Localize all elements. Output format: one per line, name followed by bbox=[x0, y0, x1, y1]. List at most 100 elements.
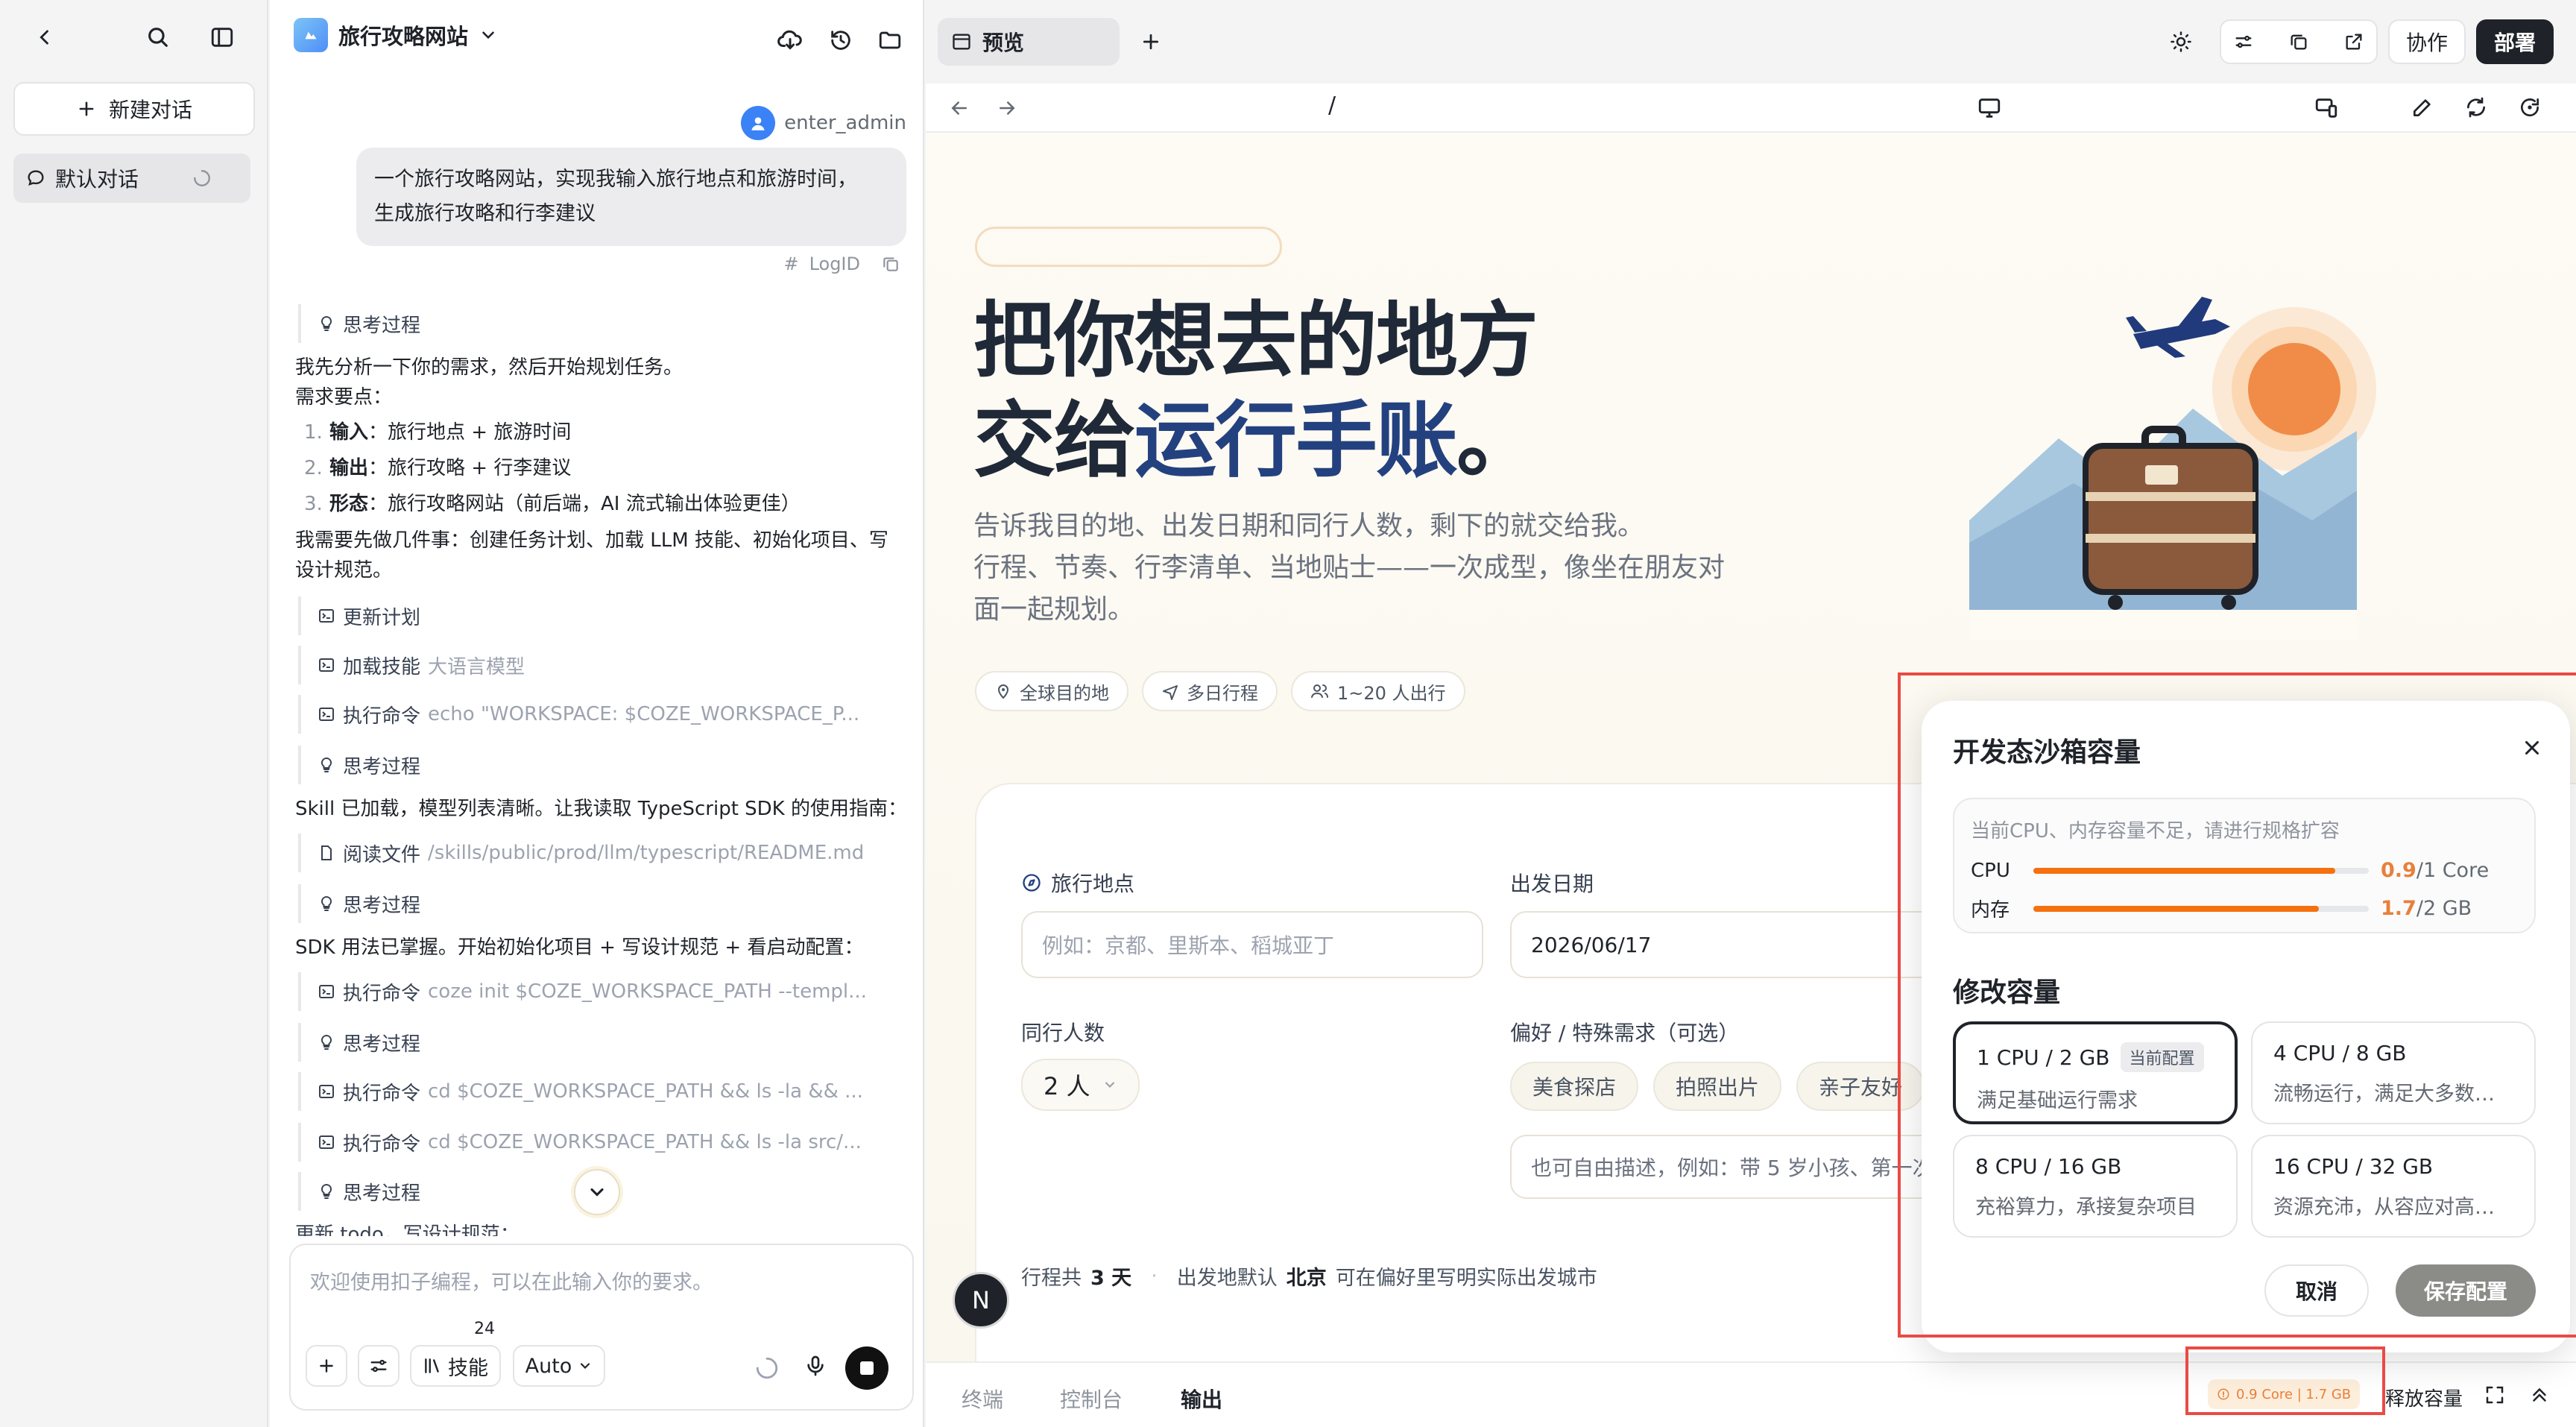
theme-toggle-button[interactable] bbox=[2160, 21, 2202, 63]
chat-input-placeholder[interactable]: 欢迎使用扣子编程，可以在此输入你的要求。 bbox=[310, 1266, 713, 1295]
plane-icon bbox=[1163, 685, 1178, 700]
list-key: 输入 bbox=[329, 421, 369, 444]
think-label: 思考过程 bbox=[343, 314, 421, 337]
think-step[interactable]: 思考过程 bbox=[298, 884, 894, 923]
step-label: 执行命令 bbox=[343, 1133, 421, 1156]
hero-title-part: 交给 bbox=[973, 392, 1136, 488]
load-skill-step[interactable]: 加载技能 大语言模型 bbox=[298, 646, 894, 684]
double-chevron-up-icon[interactable] bbox=[2528, 1384, 2551, 1406]
step-arg: cd $COZE_WORKSPACE_PATH && ls -la && ... bbox=[428, 1080, 863, 1103]
chat-input-box[interactable]: 欢迎使用扣子编程，可以在此输入你的要求。 技能 24 Auto bbox=[289, 1244, 914, 1411]
exec-command-step[interactable]: 执行命令 cd $COZE_WORKSPACE_PATH && ls -la s… bbox=[298, 1123, 894, 1162]
place-input[interactable]: 例如：京都、里斯本、稻城亚丁 bbox=[1021, 911, 1483, 978]
tab-console[interactable]: 控制台 bbox=[1060, 1384, 1123, 1414]
new-chat-button[interactable]: 新建对话 bbox=[13, 82, 255, 136]
exec-command-step[interactable]: 执行命令 cd $COZE_WORKSPACE_PATH && ls -la &… bbox=[298, 1072, 894, 1111]
collaborate-button[interactable]: 协作 bbox=[2388, 19, 2466, 64]
project-title-dropdown[interactable]: 旅行攻略网站 bbox=[294, 18, 498, 52]
model-select[interactable]: Auto bbox=[513, 1345, 605, 1387]
history-icon[interactable] bbox=[820, 19, 862, 61]
think-step[interactable]: 思考过程 bbox=[298, 304, 894, 343]
lightbulb-icon bbox=[321, 895, 332, 911]
step-arg: cd $COZE_WORKSPACE_PATH && ls -la src/..… bbox=[428, 1131, 862, 1153]
preview-tabbar: 预览 协作 部署 bbox=[926, 0, 2576, 84]
preview-panel: 预览 协作 部署 / 把你想去的地方 交给运行手账。 告诉我目的地、出发日期和同… bbox=[926, 0, 2576, 1427]
terminal-icon bbox=[319, 1085, 334, 1098]
user-message-line: 生成旅行攻略和行李建议 bbox=[374, 202, 596, 225]
add-tab-button[interactable] bbox=[1130, 21, 1172, 63]
think-step[interactable]: 思考过程 bbox=[298, 1172, 566, 1211]
cloud-sync-icon[interactable] bbox=[769, 19, 811, 61]
hash-icon: # bbox=[783, 253, 799, 274]
tab-terminal[interactable]: 终端 bbox=[962, 1384, 1003, 1414]
settings-sliders-button[interactable] bbox=[358, 1345, 400, 1387]
arrow-right-icon[interactable] bbox=[996, 97, 1018, 119]
exec-command-step[interactable]: 执行命令 coze init $COZE_WORKSPACE_PATH --te… bbox=[298, 972, 894, 1011]
arrow-left-icon[interactable] bbox=[948, 97, 970, 119]
hero-title-line: 交给运行手账。 bbox=[973, 391, 1538, 491]
tag-global-destination: 全球目的地 bbox=[975, 671, 1128, 711]
exec-command-step[interactable]: 执行命令 echo "WORKSPACE: $COZE_WORKSPACE_P.… bbox=[298, 695, 894, 734]
conversation-label: 默认对话 bbox=[55, 167, 139, 192]
external-link-icon[interactable] bbox=[2343, 31, 2364, 52]
deploy-button[interactable]: 部署 bbox=[2476, 19, 2554, 64]
terminal-icon bbox=[319, 609, 334, 623]
highlight-box-usage bbox=[2185, 1346, 2385, 1415]
tab-preview-label: 预览 bbox=[982, 31, 1025, 55]
url-path[interactable]: / bbox=[1328, 92, 1336, 119]
pref-chips: 美食探店 拍照出片 亲子友好 bbox=[1510, 1062, 1925, 1111]
think-step[interactable]: 思考过程 bbox=[298, 746, 894, 784]
hero-pill-decoration bbox=[975, 227, 1282, 267]
attach-button[interactable] bbox=[306, 1345, 347, 1387]
fullscreen-icon[interactable] bbox=[2484, 1384, 2506, 1406]
pref-chip-photo[interactable]: 拍照出片 bbox=[1653, 1062, 1782, 1111]
user-identity: enter_admin bbox=[741, 106, 906, 140]
microphone-icon[interactable] bbox=[804, 1354, 827, 1378]
terminal-icon bbox=[319, 708, 334, 721]
update-plan-step[interactable]: 更新计划 bbox=[298, 596, 894, 635]
step-arg: coze init $COZE_WORKSPACE_PATH --templ..… bbox=[428, 980, 867, 1003]
folder-icon[interactable] bbox=[869, 19, 911, 61]
pref-chip-food[interactable]: 美食探店 bbox=[1510, 1062, 1639, 1111]
chat-bubble-icon bbox=[28, 170, 44, 186]
highlight-box-modal bbox=[1898, 672, 2576, 1338]
lightbulb-icon bbox=[321, 1183, 332, 1199]
read-file-step[interactable]: 阅读文件 /skills/public/prod/llm/typescript/… bbox=[298, 834, 894, 872]
assistant-text-truncated: 更新 todo，写设计规范： bbox=[295, 1223, 520, 1236]
monitor-icon[interactable] bbox=[1977, 95, 2002, 121]
release-capacity-button[interactable]: 释放容量 bbox=[2385, 1384, 2463, 1411]
list-item: 2. 输出：旅行攻略 + 行李建议 bbox=[304, 453, 571, 483]
stop-generation-button[interactable] bbox=[845, 1346, 888, 1390]
skills-label: 技能 bbox=[448, 1356, 488, 1380]
copy-icon[interactable] bbox=[881, 254, 900, 274]
reload-icon[interactable] bbox=[2518, 95, 2542, 119]
skills-button[interactable]: 技能 bbox=[410, 1345, 501, 1387]
step-arg: 大语言模型 bbox=[428, 655, 525, 678]
step-label: 加载技能 bbox=[343, 655, 421, 678]
place-label-text: 旅行地点 bbox=[1051, 872, 1135, 896]
device-toggle-icon[interactable] bbox=[2314, 95, 2339, 121]
sidebar-toggle-icon[interactable] bbox=[201, 16, 243, 58]
back-icon[interactable] bbox=[24, 16, 66, 58]
stop-icon bbox=[860, 1361, 874, 1375]
refresh-icon[interactable] bbox=[2464, 95, 2488, 119]
tag-label: 1~20 人出行 bbox=[1337, 682, 1446, 704]
think-step[interactable]: 思考过程 bbox=[298, 1023, 894, 1062]
sliders-icon bbox=[370, 1359, 387, 1373]
scroll-down-button[interactable] bbox=[574, 1169, 620, 1215]
edit-icon[interactable] bbox=[2411, 95, 2434, 119]
user-name: enter_admin bbox=[784, 112, 906, 134]
file-icon bbox=[321, 845, 332, 860]
log-id[interactable]: # LogID bbox=[783, 253, 900, 274]
tab-output[interactable]: 输出 bbox=[1181, 1384, 1222, 1414]
copy-icon[interactable] bbox=[2288, 31, 2309, 52]
sliders-icon[interactable] bbox=[2233, 31, 2254, 52]
people-select[interactable]: 2 人 bbox=[1021, 1059, 1140, 1111]
chevron-down-icon bbox=[581, 1363, 590, 1370]
n-avatar-badge[interactable]: N bbox=[953, 1272, 1009, 1329]
tab-preview[interactable]: 预览 bbox=[938, 18, 1120, 66]
conversation-item-default[interactable]: 默认对话 bbox=[13, 154, 250, 203]
search-icon[interactable] bbox=[137, 16, 179, 58]
lightbulb-icon bbox=[321, 757, 332, 772]
plus-icon bbox=[1143, 34, 1159, 50]
